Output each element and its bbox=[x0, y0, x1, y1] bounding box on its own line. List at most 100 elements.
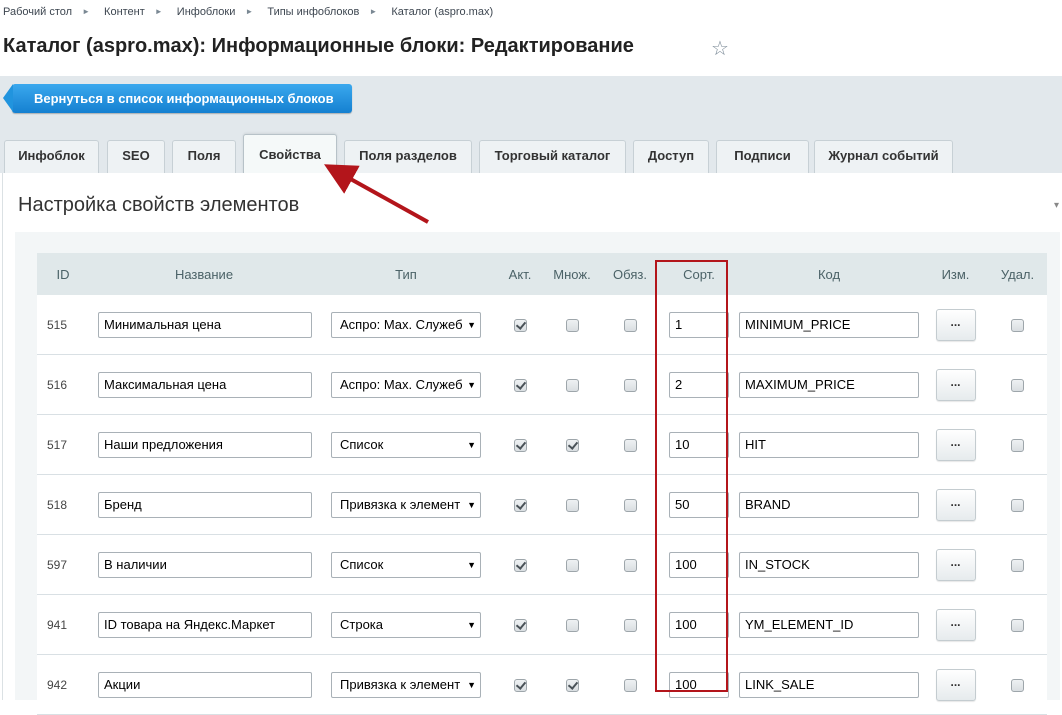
table-row: 515 Минимальная цена Аспро: Max. Служеб ▼ 1 M… bbox=[37, 295, 1047, 355]
tab-seo[interactable]: SEO bbox=[107, 140, 165, 173]
delete-checkbox[interactable] bbox=[1011, 558, 1024, 572]
property-type-select[interactable]: Аспро: Max. Служеб ▼ bbox=[331, 371, 481, 398]
active-checkbox[interactable] bbox=[513, 438, 527, 452]
tab-access[interactable]: Доступ bbox=[633, 140, 709, 173]
breadcrumb-item[interactable]: Инфоблоки bbox=[177, 6, 236, 18]
active-checkbox[interactable] bbox=[513, 318, 527, 332]
property-type-select[interactable]: Строка ▼ bbox=[331, 611, 481, 638]
column-header-code: Код bbox=[735, 253, 923, 295]
edit-property-button[interactable]: ... bbox=[935, 308, 976, 341]
tab-infoblock[interactable]: Инфоблок bbox=[4, 140, 99, 173]
star-icon[interactable]: ☆ bbox=[711, 36, 729, 61]
property-type-value: Строка bbox=[340, 616, 384, 632]
multiple-checkbox[interactable] bbox=[565, 318, 579, 332]
dropdown-arrow-icon: ▼ bbox=[465, 372, 476, 397]
sort-input[interactable]: 100 bbox=[669, 671, 729, 698]
sort-input[interactable]: 1 bbox=[669, 311, 729, 338]
table-row: 518 Бренд Привязка к элемент ▼ 50 BRAND... bbox=[37, 475, 1047, 535]
delete-checkbox[interactable] bbox=[1011, 498, 1024, 512]
delete-checkbox[interactable] bbox=[1011, 438, 1024, 452]
delete-checkbox[interactable] bbox=[1011, 378, 1024, 392]
edit-property-button[interactable]: ... bbox=[935, 668, 976, 701]
dropdown-arrow-icon: ▼ bbox=[465, 432, 476, 457]
delete-checkbox[interactable] bbox=[1011, 618, 1024, 632]
column-header-delete: Удал. bbox=[988, 253, 1047, 295]
property-name-input[interactable]: ID товара на Яндекс.Маркет bbox=[98, 611, 312, 638]
required-checkbox[interactable] bbox=[623, 378, 637, 392]
property-name-input[interactable]: В наличии bbox=[98, 551, 312, 578]
property-type-select[interactable]: Список ▼ bbox=[331, 431, 481, 458]
dropdown-arrow-icon: ▼ bbox=[465, 312, 476, 337]
property-code-input[interactable]: LINK_SALE bbox=[739, 671, 919, 698]
active-checkbox[interactable] bbox=[513, 558, 527, 572]
property-type-value: Аспро: Max. Служеб bbox=[340, 316, 463, 332]
property-name-input[interactable]: Минимальная цена bbox=[98, 311, 312, 338]
edit-property-button[interactable]: ... bbox=[935, 428, 976, 461]
property-type-select[interactable]: Привязка к элемент ▼ bbox=[331, 671, 481, 698]
property-type-select[interactable]: Привязка к элемент ▼ bbox=[331, 491, 481, 518]
chevron-right-icon: ► bbox=[154, 7, 163, 16]
property-type-value: Привязка к элемент bbox=[340, 496, 461, 512]
column-header-required: Обяз. bbox=[597, 253, 663, 295]
sort-input[interactable]: 100 bbox=[669, 611, 729, 638]
property-type-value: Список bbox=[340, 556, 384, 572]
sort-input[interactable]: 10 bbox=[669, 431, 729, 458]
property-name-input[interactable]: Акции bbox=[98, 671, 312, 698]
required-checkbox[interactable] bbox=[623, 318, 637, 332]
delete-checkbox[interactable] bbox=[1011, 318, 1024, 332]
required-checkbox[interactable] bbox=[623, 558, 637, 572]
dropdown-arrow-icon: ▼ bbox=[465, 552, 476, 577]
active-checkbox[interactable] bbox=[513, 378, 527, 392]
edit-property-button[interactable]: ... bbox=[935, 548, 976, 581]
active-checkbox[interactable] bbox=[513, 498, 527, 512]
property-code-input[interactable]: HIT bbox=[739, 431, 919, 458]
multiple-checkbox[interactable] bbox=[565, 618, 579, 632]
breadcrumb: Рабочий стол ► Контент ► Инфоблоки ► Типы и… bbox=[3, 6, 493, 18]
breadcrumb-item[interactable]: Типы инфоблоков bbox=[267, 6, 359, 18]
tab-fields[interactable]: Поля bbox=[172, 140, 236, 173]
sort-input[interactable]: 2 bbox=[669, 371, 729, 398]
page-title: Каталог (aspro.max): Информационные блок… bbox=[3, 35, 634, 57]
property-code-input[interactable]: YM_ELEMENT_ID bbox=[739, 611, 919, 638]
edit-property-button[interactable]: ... bbox=[935, 368, 976, 401]
required-checkbox[interactable] bbox=[623, 618, 637, 632]
sort-input[interactable]: 50 bbox=[669, 491, 729, 518]
required-checkbox[interactable] bbox=[623, 498, 637, 512]
sort-input[interactable]: 100 bbox=[669, 551, 729, 578]
column-header-name: Название bbox=[89, 253, 319, 295]
active-checkbox[interactable] bbox=[513, 618, 527, 632]
property-code-input[interactable]: BRAND bbox=[739, 491, 919, 518]
edit-property-button[interactable]: ... bbox=[935, 488, 976, 521]
multiple-checkbox[interactable] bbox=[565, 558, 579, 572]
edit-property-button[interactable]: ... bbox=[935, 608, 976, 641]
property-type-select[interactable]: Аспро: Max. Служеб ▼ bbox=[331, 311, 481, 338]
breadcrumb-item[interactable]: Контент bbox=[104, 6, 145, 18]
back-to-list-button[interactable]: Вернуться в список информационных блоков bbox=[3, 84, 352, 113]
breadcrumb-item[interactable]: Рабочий стол bbox=[3, 6, 72, 18]
property-code-input[interactable]: IN_STOCK bbox=[739, 551, 919, 578]
tab-captions[interactable]: Подписи bbox=[716, 140, 809, 173]
tab-trade-catalog[interactable]: Торговый каталог bbox=[479, 140, 626, 173]
property-id: 597 bbox=[37, 535, 89, 595]
multiple-checkbox[interactable] bbox=[565, 438, 579, 452]
property-code-input[interactable]: MINIMUM_PRICE bbox=[739, 311, 919, 338]
property-name-input[interactable]: Наши предложения bbox=[98, 431, 312, 458]
tab-event-log[interactable]: Журнал событий bbox=[814, 140, 953, 173]
breadcrumb-item[interactable]: Каталог (aspro.max) bbox=[391, 6, 493, 18]
collapse-icon[interactable]: ▾ bbox=[1054, 200, 1059, 211]
multiple-checkbox[interactable] bbox=[565, 678, 579, 692]
table-row: 597 В наличии Список ▼ 100 IN_STOCK... bbox=[37, 535, 1047, 595]
property-type-select[interactable]: Список ▼ bbox=[331, 551, 481, 578]
property-name-input[interactable]: Максимальная цена bbox=[98, 371, 312, 398]
active-checkbox[interactable] bbox=[513, 678, 527, 692]
multiple-checkbox[interactable] bbox=[565, 498, 579, 512]
property-type-value: Аспро: Max. Служеб bbox=[340, 376, 463, 392]
delete-checkbox[interactable] bbox=[1011, 678, 1024, 692]
column-header-multiple: Множ. bbox=[547, 253, 597, 295]
property-code-input[interactable]: MAXIMUM_PRICE bbox=[739, 371, 919, 398]
required-checkbox[interactable] bbox=[623, 678, 637, 692]
property-name-input[interactable]: Бренд bbox=[98, 491, 312, 518]
required-checkbox[interactable] bbox=[623, 438, 637, 452]
multiple-checkbox[interactable] bbox=[565, 378, 579, 392]
chevron-right-icon: ► bbox=[245, 7, 254, 16]
